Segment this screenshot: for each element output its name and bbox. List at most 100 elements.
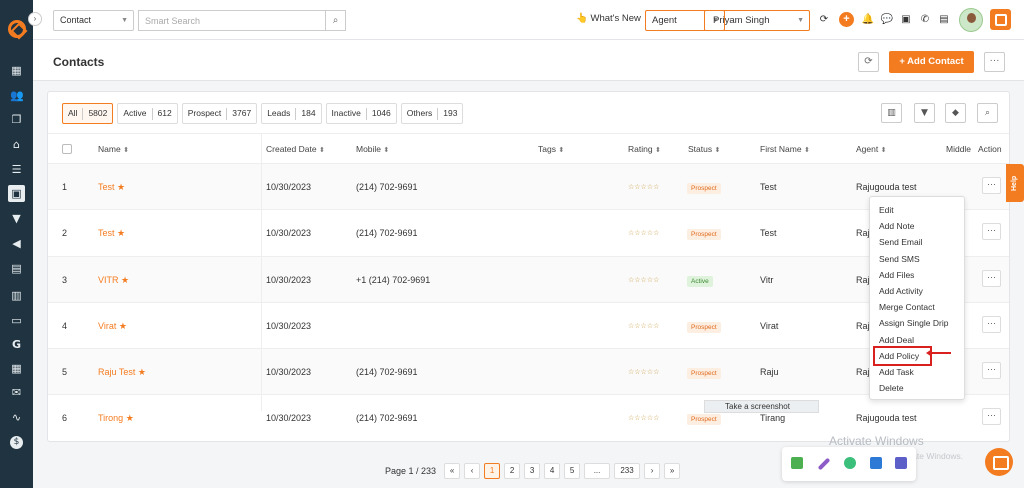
device-icon[interactable]: ▣ <box>899 13 913 27</box>
page-button[interactable]: 3 <box>524 463 541 479</box>
smart-search-input[interactable] <box>138 10 325 31</box>
mail-icon[interactable]: ✉ <box>10 386 23 399</box>
page-button[interactable]: » <box>664 463 681 479</box>
contact-name-link[interactable]: Virat ★ <box>98 321 127 332</box>
google-icon[interactable]: G <box>10 338 23 351</box>
app-switcher-icon[interactable] <box>990 9 1011 30</box>
menu-item-send-sms[interactable]: Send SMS <box>870 251 964 267</box>
contact-name-link[interactable]: Test ★ <box>98 228 125 239</box>
rating-stars-icon[interactable]: ☆☆☆☆☆ <box>628 322 659 330</box>
columns-icon[interactable]: ▥ <box>881 103 902 123</box>
menu-item-send-email[interactable]: Send Email <box>870 234 964 250</box>
mobile-number[interactable]: (214) 702-9691 <box>356 367 418 377</box>
rating-stars-icon[interactable]: ☆☆☆☆☆ <box>628 183 659 191</box>
mobile-number[interactable]: (214) 702-9691 <box>356 413 418 423</box>
user-select[interactable]: Priyam Singh ▼ <box>704 10 810 31</box>
filter-funnel-icon[interactable]: ▼ <box>10 212 23 225</box>
header-created-date[interactable]: Created Date ⬍ <box>266 144 325 154</box>
page-button[interactable]: › <box>644 463 661 479</box>
help-tab[interactable]: Help <box>1006 164 1024 202</box>
page-button[interactable]: ... <box>584 463 611 479</box>
menu-item-delete[interactable]: Delete <box>870 380 964 396</box>
page-button[interactable]: 1 <box>484 463 501 479</box>
shield-app-icon[interactable] <box>791 457 803 469</box>
row-action-button[interactable]: ··· <box>982 269 1001 287</box>
filter-active[interactable]: Active 612 <box>117 103 178 124</box>
calendar-icon[interactable]: ▦ <box>10 362 23 375</box>
brand-logo-icon[interactable] <box>8 20 26 38</box>
avatar[interactable] <box>959 8 983 32</box>
filter-all[interactable]: All 5802 <box>62 103 114 124</box>
header-agent[interactable]: Agent ⬍ <box>856 144 886 154</box>
table-row[interactable]: 1 Test ★ 10/30/2023 (214) 702-9691 ☆☆☆☆☆ Pros… <box>48 164 1009 211</box>
contact-name-link[interactable]: Test ★ <box>98 182 125 193</box>
person-card-icon[interactable]: ▣ <box>8 185 25 202</box>
page-button[interactable]: 4 <box>544 463 561 479</box>
rating-stars-icon[interactable]: ☆☆☆☆☆ <box>628 276 659 284</box>
row-action-button[interactable]: ··· <box>982 362 1001 380</box>
search-icon[interactable]: ⌕ <box>977 103 998 123</box>
header-first-name[interactable]: First Name ⬍ <box>760 144 810 154</box>
menu-item-add-deal[interactable]: Add Deal <box>870 332 964 348</box>
header-rating[interactable]: Rating ⬍ <box>628 144 661 154</box>
menu-item-add-policy[interactable]: Add Policy <box>873 345 932 366</box>
table-row[interactable]: 2 Test ★ 10/30/2023 (214) 702-9691 ☆☆☆☆☆ Pros… <box>48 210 1009 257</box>
contacts-icon[interactable]: 👥 <box>10 89 24 102</box>
menu-item-merge-contact[interactable]: Merge Contact <box>870 299 964 315</box>
phone-icon[interactable]: ✆ <box>918 13 932 27</box>
mobile-number[interactable]: (214) 702-9691 <box>356 182 418 192</box>
calculator-icon[interactable]: ▤ <box>937 13 951 27</box>
table-row[interactable]: 5 Raju Test ★ 10/30/2023 (214) 702-9691 ☆☆☆☆… <box>48 349 1009 396</box>
more-options-button[interactable]: ··· <box>984 52 1005 72</box>
filter-icon[interactable]: ▼ <box>914 103 935 123</box>
rating-stars-icon[interactable]: ☆☆☆☆☆ <box>628 368 659 376</box>
row-action-button[interactable]: ··· <box>982 315 1001 333</box>
header-middle[interactable]: Middle <box>946 144 971 154</box>
search-scope-select[interactable]: Contact ▼ <box>53 10 134 31</box>
table-row[interactable]: 4 Virat ★ 10/30/2023 ☆☆☆☆☆ Prospect Virat Raju… <box>48 303 1009 350</box>
sidebar-collapse-button[interactable]: › <box>28 12 42 26</box>
rating-stars-icon[interactable]: ☆☆☆☆☆ <box>628 414 659 422</box>
teams-app-icon[interactable] <box>895 457 907 469</box>
page-button[interactable]: « <box>444 463 461 479</box>
header-mobile[interactable]: Mobile ⬍ <box>356 144 389 154</box>
whats-new-link[interactable]: 👆 What's New <box>576 13 641 24</box>
tag-icon[interactable]: ◆ <box>945 103 966 123</box>
search-icon[interactable]: ⌕ <box>325 10 346 31</box>
contact-name-link[interactable]: Tirong ★ <box>98 413 134 424</box>
table-row[interactable]: 3 VITR ★ 10/30/2023 +1 (214) 702-9691 ☆☆☆☆☆ A… <box>48 256 1009 303</box>
menu-item-add-activity[interactable]: Add Activity <box>870 283 964 299</box>
filter-prospect[interactable]: Prospect 3767 <box>181 103 258 124</box>
folder-icon[interactable]: ▭ <box>10 314 23 327</box>
dashboard-icon[interactable]: ▦ <box>10 64 23 77</box>
recycle-app-icon[interactable] <box>844 457 856 469</box>
bell-icon[interactable]: 🔔 <box>861 13 875 27</box>
add-contact-button[interactable]: + Add Contact <box>889 51 974 73</box>
sync-icon[interactable]: ⟳ <box>817 13 831 27</box>
defender-app-icon[interactable] <box>870 457 882 469</box>
header-status[interactable]: Status ⬍ <box>688 144 720 154</box>
chat-icon[interactable]: 💬 <box>880 13 894 27</box>
mobile-number[interactable]: (214) 702-9691 <box>356 228 418 238</box>
filter-leads[interactable]: Leads 184 <box>261 103 322 124</box>
contact-name-link[interactable]: Raju Test ★ <box>98 367 146 378</box>
megaphone-icon[interactable]: ◀ <box>10 237 23 250</box>
page-button[interactable]: 233 <box>614 463 641 479</box>
mobile-number[interactable]: +1 (214) 702-9691 <box>356 275 430 285</box>
refresh-button[interactable]: ⟳ <box>858 52 879 72</box>
page-button[interactable]: ‹ <box>464 463 481 479</box>
row-action-button[interactable]: ··· <box>982 408 1001 426</box>
list-icon[interactable]: ☰ <box>10 163 23 176</box>
menu-item-add-note[interactable]: Add Note <box>870 218 964 234</box>
row-action-button[interactable]: ··· <box>982 177 1001 194</box>
filter-others[interactable]: Others 193 <box>400 103 464 124</box>
filter-inactive[interactable]: Inactive 1046 <box>325 103 397 124</box>
bank-icon[interactable]: ⌂ <box>10 138 23 151</box>
header-tags[interactable]: Tags ⬍ <box>538 144 564 154</box>
live-chat-icon[interactable] <box>985 448 1013 476</box>
quick-add-icon[interactable]: + <box>839 12 854 27</box>
documents-icon[interactable]: ❐ <box>10 113 23 126</box>
menu-item-edit[interactable]: Edit <box>870 202 964 218</box>
rating-stars-icon[interactable]: ☆☆☆☆☆ <box>628 229 659 237</box>
menu-item-assign-single-drip[interactable]: Assign Single Drip <box>870 315 964 331</box>
